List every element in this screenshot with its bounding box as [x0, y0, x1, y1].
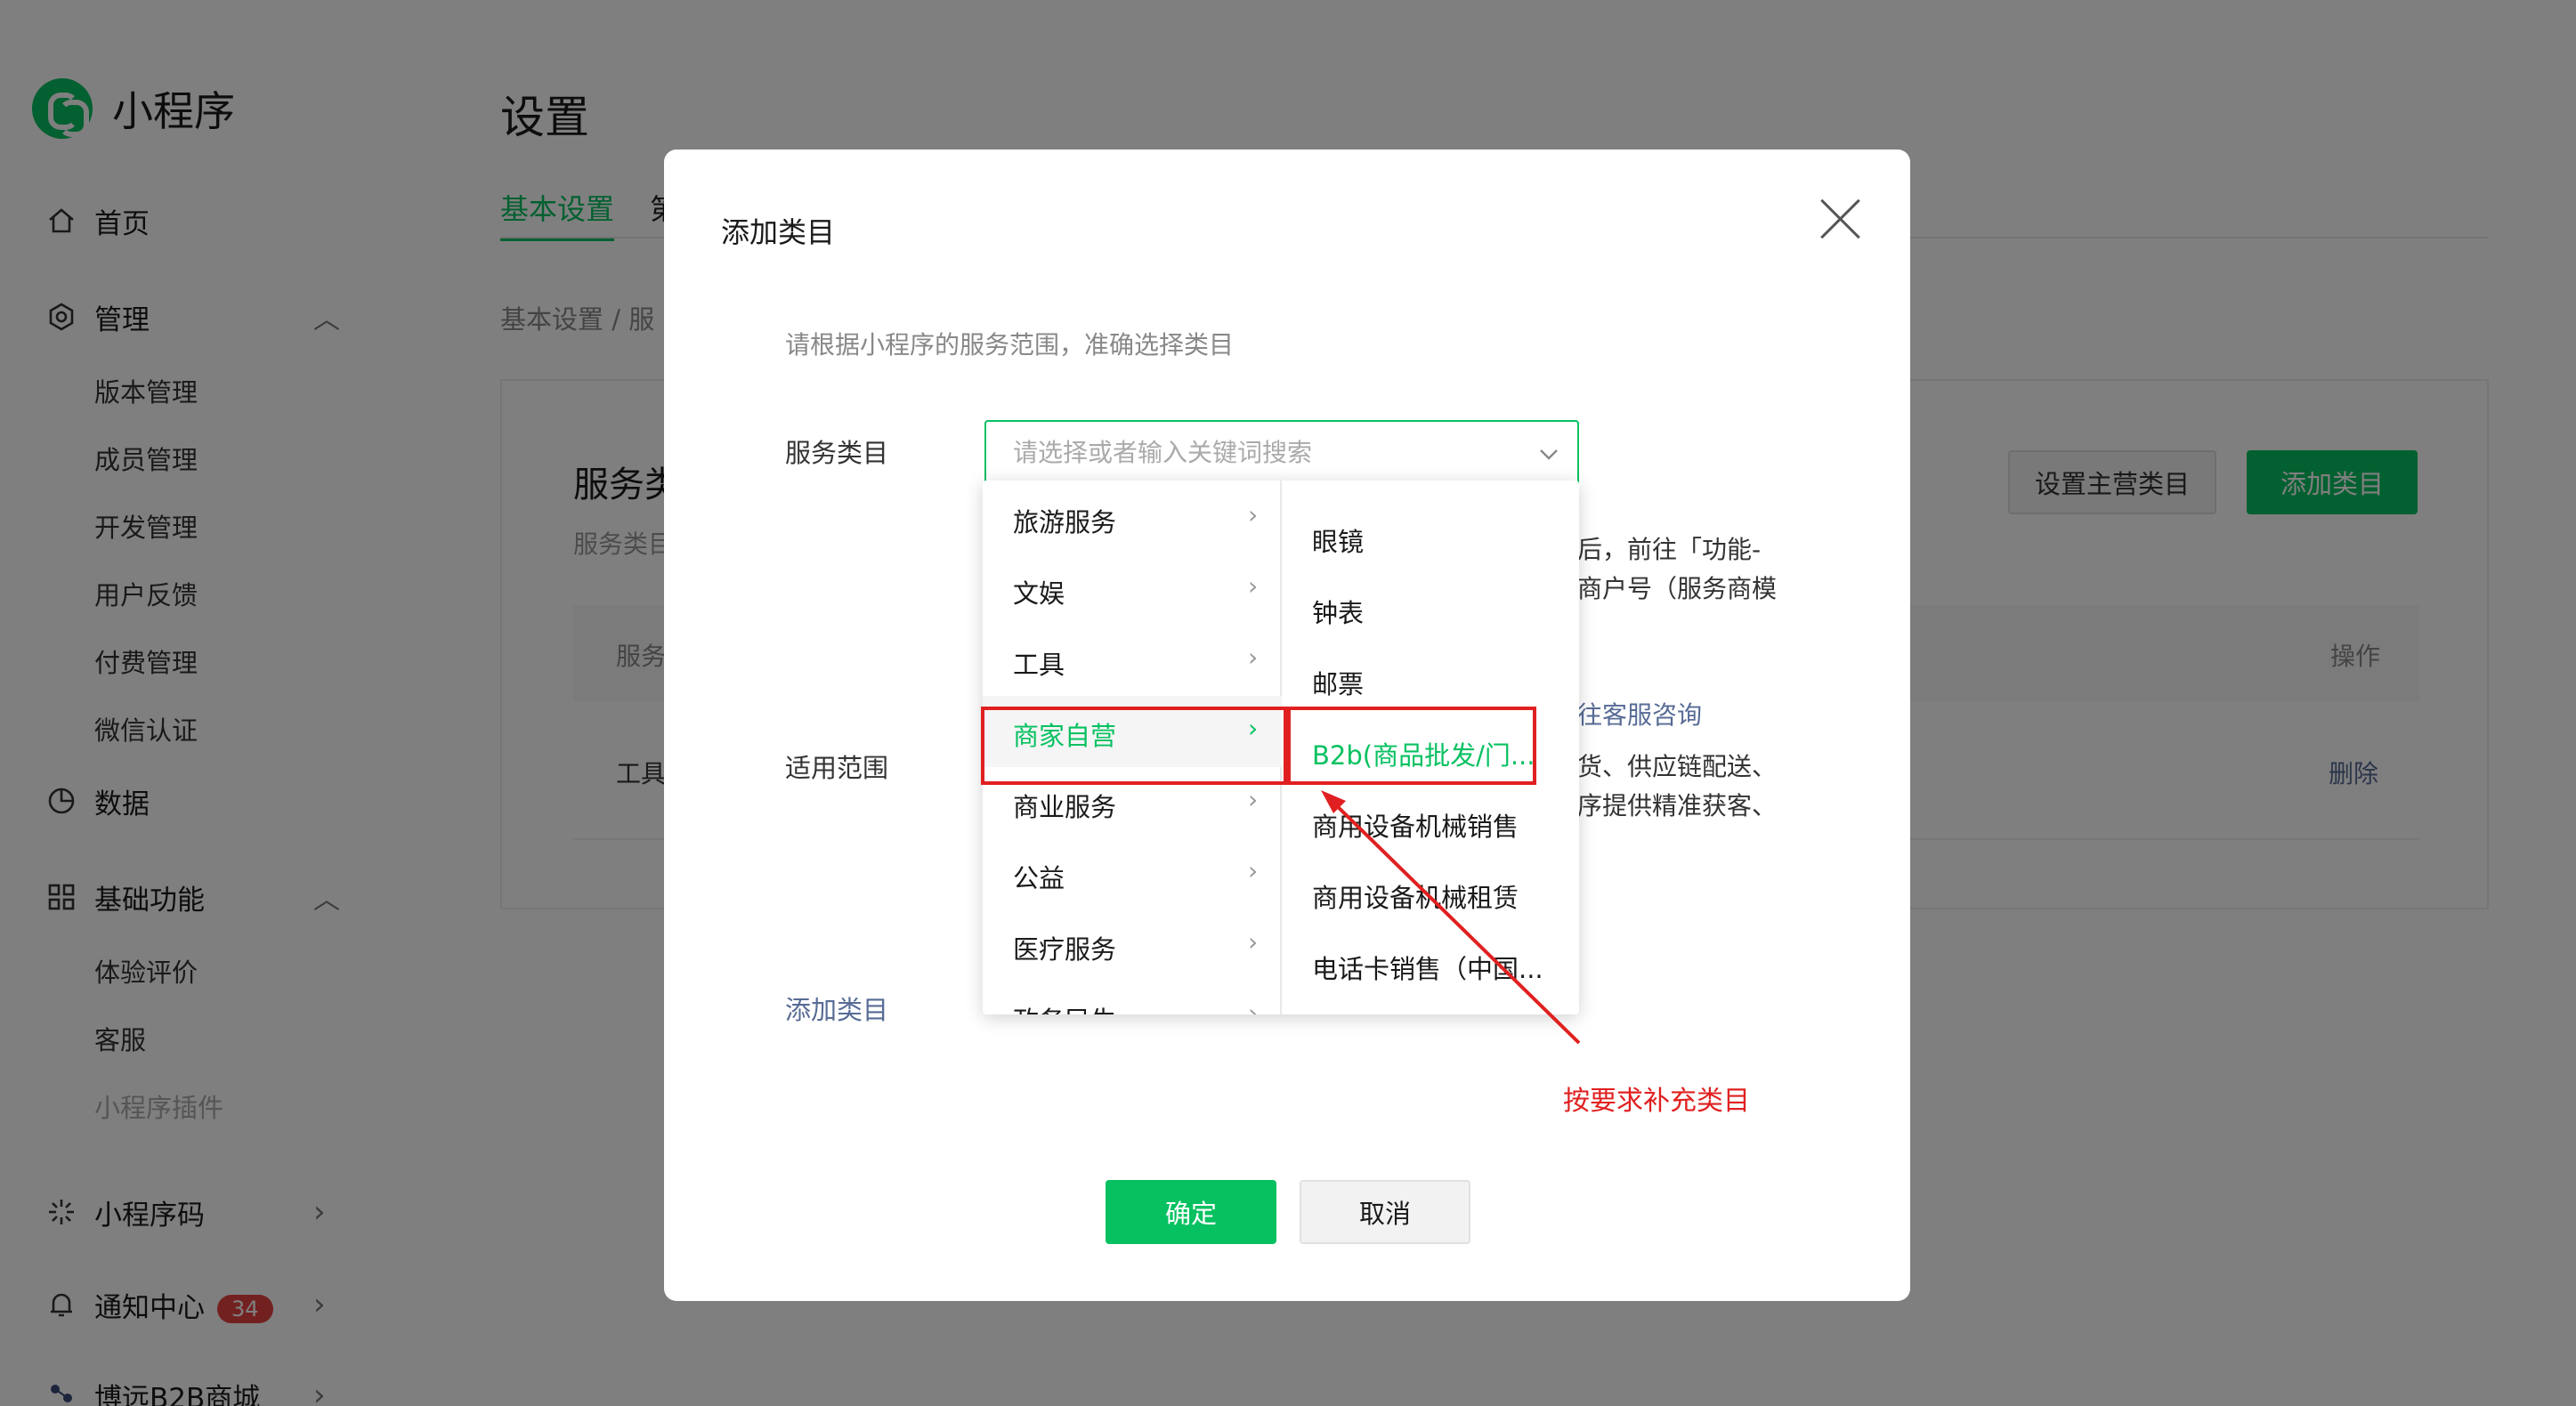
chevron-right-icon: › [1248, 927, 1259, 957]
annotation-text: 按要求补充类目 [1563, 1086, 1750, 1117]
chevron-right-icon: › [1248, 571, 1259, 601]
service-category-label: 服务类目 [785, 438, 889, 468]
chevron-right-icon: › [1248, 785, 1259, 814]
category-level2-item[interactable]: 商用设备机械销售 [1282, 787, 1579, 858]
category-level1-item[interactable]: 旅游服务 › [983, 482, 1282, 554]
category-level1-item[interactable]: 政务民生 › [983, 981, 1282, 1014]
confirm-button[interactable]: 确定 [1106, 1180, 1276, 1244]
category-level2-item[interactable]: 邮票 [1282, 644, 1579, 715]
category-label: 医疗服务 [1013, 934, 1117, 965]
category-label: 旅游服务 [1013, 507, 1117, 537]
category-label: 商业服务 [1013, 792, 1117, 822]
category-label: 文娱 [1013, 578, 1065, 609]
category-label: 商用设备机械租赁 [1312, 883, 1519, 913]
category-level2-item[interactable]: 眼镜 [1282, 502, 1579, 573]
cancel-button[interactable]: 取消 [1300, 1180, 1470, 1244]
category-level2-item[interactable]: 钟表 [1282, 573, 1579, 644]
category-level1-item[interactable]: 文娱 › [983, 554, 1282, 625]
category-level1-item[interactable]: 医疗服务 › [983, 909, 1282, 981]
category-label: 电话卡销售（中国... [1312, 954, 1543, 984]
category-label: 眼镜 [1312, 527, 1365, 557]
category-label: 商用设备机械销售 [1312, 812, 1519, 842]
category-label: 邮票 [1312, 669, 1365, 699]
chevron-right-icon: › [1248, 998, 1259, 1014]
category-level2-item[interactable]: 商用设备机械租赁 [1282, 858, 1579, 929]
category-label: 公益 [1013, 863, 1065, 893]
add-category-link[interactable]: 添加类目 [785, 990, 888, 1027]
scope-label: 适用范围 [785, 753, 889, 783]
chevron-right-icon: › [1248, 642, 1259, 672]
description-text: 商户号（服务商模 [1577, 574, 1778, 603]
category-search-select[interactable] [984, 420, 1579, 486]
dialog-title: 添加类目 [721, 215, 836, 249]
category-label: 工具 [1013, 650, 1065, 680]
chevron-down-icon [1540, 449, 1558, 460]
highlight-box-level1 [981, 707, 1287, 785]
highlight-box-level2 [1287, 707, 1536, 785]
chevron-right-icon: › [1248, 856, 1259, 885]
category-level2-item[interactable]: 电话卡销售（中国... [1282, 929, 1579, 1000]
customer-service-link[interactable]: 往客服咨询 [1577, 696, 1702, 731]
category-label: 钟表 [1312, 598, 1365, 628]
description-text: 后，前往「功能- [1577, 535, 1762, 564]
chevron-right-icon: › [1248, 500, 1259, 529]
category-level1-item[interactable]: 公益 › [983, 838, 1282, 909]
close-icon[interactable] [1818, 196, 1864, 242]
category-search-input[interactable] [1013, 438, 1511, 467]
description-text: 序提供精准获客、 [1577, 791, 1778, 820]
description-text: 货、供应链配送、 [1577, 752, 1778, 781]
category-label: 政务民生 [1013, 1000, 1116, 1014]
dialog-hint: 请根据小程序的服务范围，准确选择类目 [785, 330, 1235, 360]
category-level1-item[interactable]: 工具 › [983, 625, 1282, 696]
